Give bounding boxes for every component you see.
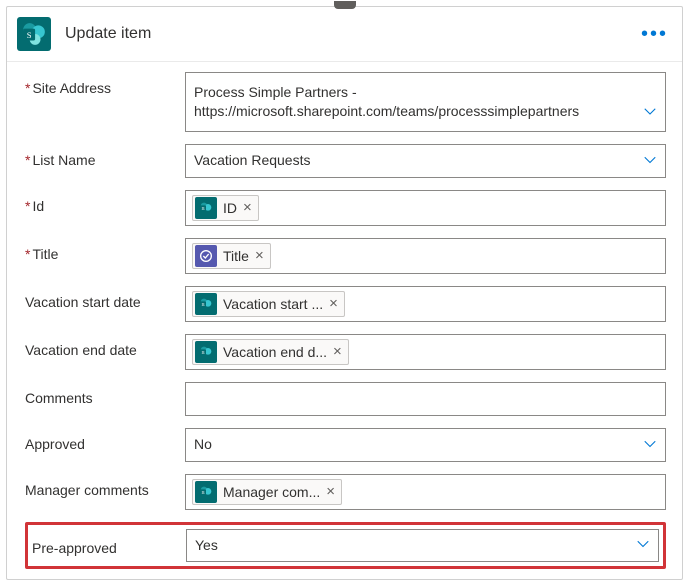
- label-site-address: *Site Address: [25, 72, 185, 96]
- field-vacation-start: Vacation start date S Vacation start ...…: [25, 286, 666, 322]
- field-comments: Comments: [25, 382, 666, 416]
- input-vacation-end[interactable]: S Vacation end d... ×: [185, 334, 666, 370]
- label-vacation-start: Vacation start date: [25, 286, 185, 310]
- input-title[interactable]: Title ×: [185, 238, 666, 274]
- input-pre-approved[interactable]: Yes: [186, 529, 659, 562]
- label-vacation-end: Vacation end date: [25, 334, 185, 358]
- input-manager-comments[interactable]: S Manager com... ×: [185, 474, 666, 510]
- field-site-address: *Site Address Process Simple Partners - …: [25, 72, 666, 132]
- remove-token-icon[interactable]: ×: [333, 344, 342, 359]
- remove-token-icon[interactable]: ×: [255, 248, 264, 263]
- svg-text:S: S: [201, 350, 204, 355]
- svg-text:S: S: [27, 30, 32, 40]
- svg-text:S: S: [201, 490, 204, 495]
- label-pre-approved: Pre-approved: [32, 534, 186, 556]
- remove-token-icon[interactable]: ×: [243, 200, 252, 215]
- token-vacation-start[interactable]: S Vacation start ... ×: [192, 291, 345, 317]
- label-approved: Approved: [25, 428, 185, 452]
- card-body: *Site Address Process Simple Partners - …: [7, 62, 682, 579]
- sharepoint-token-icon: S: [195, 341, 217, 363]
- label-manager-comments: Manager comments: [25, 474, 185, 498]
- card-title: Update item: [65, 25, 641, 43]
- input-list-name[interactable]: Vacation Requests: [185, 144, 666, 178]
- highlighted-field-pre-approved: Pre-approved Yes: [25, 522, 666, 569]
- chevron-down-icon[interactable]: [641, 434, 659, 455]
- update-item-card: S Update item ••• *Site Address Process …: [6, 6, 683, 580]
- field-id: *Id S ID ×: [25, 190, 666, 226]
- more-actions-button[interactable]: •••: [641, 24, 668, 44]
- input-approved[interactable]: No: [185, 428, 666, 462]
- svg-text:S: S: [201, 206, 204, 211]
- token-id[interactable]: S ID ×: [192, 195, 259, 221]
- field-title: *Title Title ×: [25, 238, 666, 274]
- token-title[interactable]: Title ×: [192, 243, 271, 269]
- token-vacation-end[interactable]: S Vacation end d... ×: [192, 339, 349, 365]
- chevron-down-icon[interactable]: [641, 150, 659, 171]
- remove-token-icon[interactable]: ×: [326, 484, 335, 499]
- input-site-address[interactable]: Process Simple Partners - https://micros…: [185, 72, 666, 132]
- sharepoint-token-icon: S: [195, 197, 217, 219]
- svg-text:S: S: [201, 302, 204, 307]
- remove-token-icon[interactable]: ×: [329, 296, 338, 311]
- approval-token-icon: [195, 245, 217, 267]
- chevron-down-icon[interactable]: [634, 535, 652, 556]
- label-list-name: *List Name: [25, 144, 185, 168]
- label-comments: Comments: [25, 382, 185, 406]
- field-manager-comments: Manager comments S Manager com... ×: [25, 474, 666, 510]
- field-list-name: *List Name Vacation Requests: [25, 144, 666, 178]
- field-vacation-end: Vacation end date S Vacation end d... ×: [25, 334, 666, 370]
- collapse-handle[interactable]: [334, 1, 356, 9]
- field-approved: Approved No: [25, 428, 666, 462]
- sharepoint-token-icon: S: [195, 293, 217, 315]
- sharepoint-icon: S: [17, 17, 51, 51]
- card-header: S Update item •••: [7, 7, 682, 62]
- input-comments[interactable]: [185, 382, 666, 416]
- label-id: *Id: [25, 190, 185, 214]
- token-manager-comments[interactable]: S Manager com... ×: [192, 479, 342, 505]
- input-vacation-start[interactable]: S Vacation start ... ×: [185, 286, 666, 322]
- chevron-down-icon[interactable]: [641, 102, 659, 123]
- input-id[interactable]: S ID ×: [185, 190, 666, 226]
- sharepoint-token-icon: S: [195, 481, 217, 503]
- label-title: *Title: [25, 238, 185, 262]
